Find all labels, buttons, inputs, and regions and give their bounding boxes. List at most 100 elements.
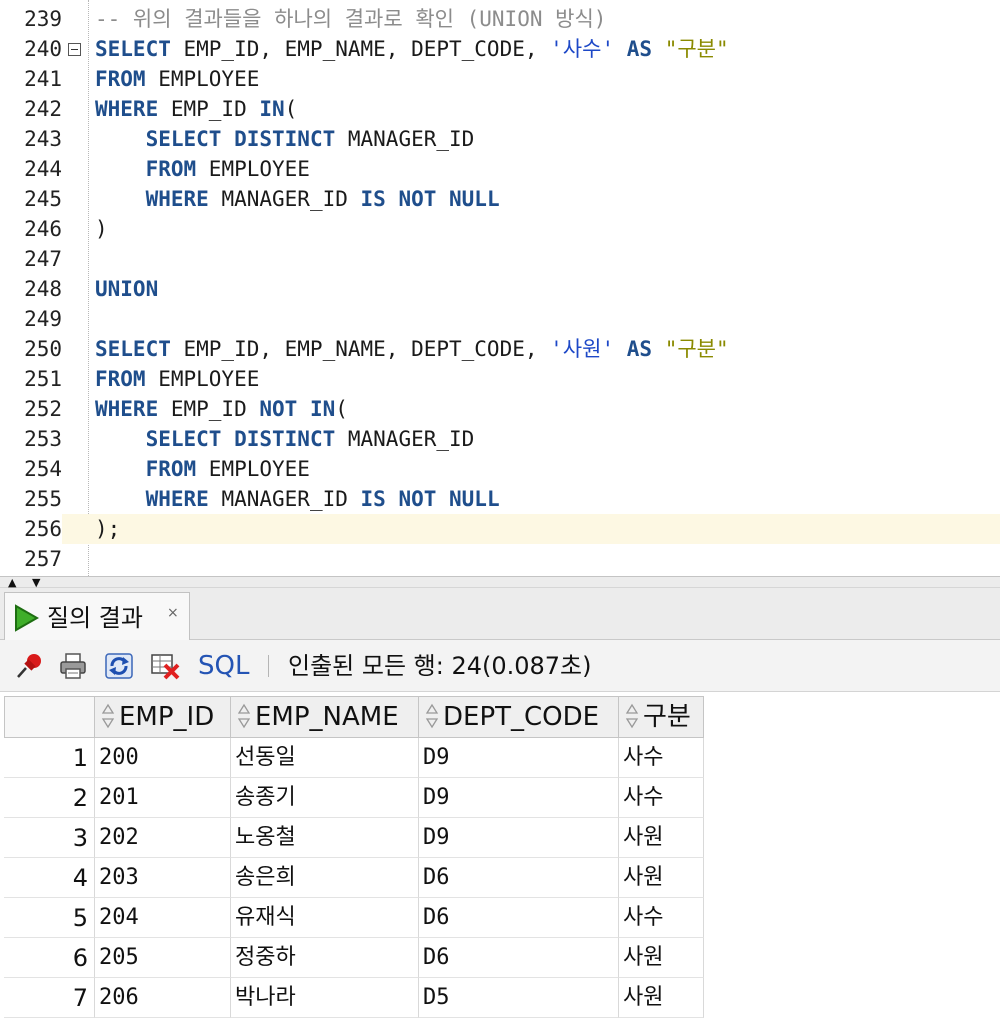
table-row[interactable]: 5 204 유재식 D6 사수	[4, 898, 704, 938]
sort-icon[interactable]	[237, 702, 251, 730]
clear-grid-icon[interactable]	[150, 652, 180, 680]
code-line[interactable]: 255 WHERE MANAGER_ID IS NOT NULL	[0, 484, 1000, 514]
sort-icon[interactable]	[625, 702, 639, 730]
cell-kind[interactable]: 사수	[619, 778, 704, 818]
code-line[interactable]: 254 FROM EMPLOYEE	[0, 454, 1000, 484]
sort-icon[interactable]	[425, 702, 439, 730]
print-icon[interactable]	[58, 652, 88, 680]
cell-emp-name[interactable]: 노옹철	[231, 818, 419, 858]
code-line[interactable]: 251 FROM EMPLOYEE	[0, 364, 1000, 394]
code-line[interactable]: 241 FROM EMPLOYEE	[0, 64, 1000, 94]
line-number: 253	[0, 424, 62, 454]
column-header-emp-name[interactable]: EMP_NAME	[231, 696, 419, 738]
code-token: '사수'	[550, 37, 615, 61]
column-header-emp-id[interactable]: EMP_ID	[95, 696, 231, 738]
cell-emp-name[interactable]: 박나라	[231, 978, 419, 1018]
cell-emp-name[interactable]: 선동일	[231, 738, 419, 778]
cell-emp-id[interactable]: 203	[95, 858, 231, 898]
row-number[interactable]: 5	[4, 898, 95, 938]
table-row[interactable]: 6 205 정중하 D6 사원	[4, 938, 704, 978]
pin-icon[interactable]	[14, 652, 44, 680]
tab-query-result[interactable]: 질의 결과 ×	[4, 592, 190, 640]
code-line[interactable]: 239 -- 위의 결과들을 하나의 결과로 확인 (UNION 방식)	[0, 4, 1000, 34]
code-line[interactable]: 247	[0, 244, 1000, 274]
row-number[interactable]: 4	[4, 858, 95, 898]
code-text: SELECT EMP_ID, EMP_NAME, DEPT_CODE, '사수'…	[95, 34, 729, 64]
cell-emp-id[interactable]: 202	[95, 818, 231, 858]
code-token: EMP_ID, EMP_NAME, DEPT_CODE,	[170, 337, 551, 361]
close-icon[interactable]: ×	[167, 603, 179, 623]
table-row[interactable]: 1 200 선동일 D9 사수	[4, 738, 704, 778]
code-line[interactable]: 253 SELECT DISTINCT MANAGER_ID	[0, 424, 1000, 454]
cell-kind[interactable]: 사원	[619, 858, 704, 898]
cell-dept-code[interactable]: D6	[419, 898, 619, 938]
code-line[interactable]: 240 SELECT EMP_ID, EMP_NAME, DEPT_CODE, '…	[0, 34, 1000, 64]
tab-label: 질의 결과	[47, 604, 143, 632]
cell-dept-code[interactable]: D6	[419, 858, 619, 898]
cell-kind[interactable]: 사원	[619, 938, 704, 978]
cell-emp-name[interactable]: 유재식	[231, 898, 419, 938]
code-line[interactable]: 252 WHERE EMP_ID NOT IN(	[0, 394, 1000, 424]
cell-emp-id[interactable]: 206	[95, 978, 231, 1018]
cell-dept-code[interactable]: D5	[419, 978, 619, 1018]
code-token: WHERE	[145, 187, 209, 211]
code-line[interactable]: 245 WHERE MANAGER_ID IS NOT NULL	[0, 184, 1000, 214]
line-number: 242	[0, 94, 62, 124]
code-line[interactable]: 244 FROM EMPLOYEE	[0, 154, 1000, 184]
row-number[interactable]: 1	[4, 738, 95, 778]
table-row[interactable]: 4 203 송은희 D6 사원	[4, 858, 704, 898]
code-line[interactable]: 248 UNION	[0, 274, 1000, 304]
cell-emp-name[interactable]: 정중하	[231, 938, 419, 978]
code-line[interactable]: 257	[0, 544, 1000, 574]
cell-dept-code[interactable]: D6	[419, 938, 619, 978]
collapse-down-icon[interactable]: ▼	[32, 577, 40, 588]
sort-icon[interactable]	[101, 702, 115, 730]
code-token: AS	[626, 337, 653, 361]
results-grid[interactable]: EMP_ID EMP_NAME DEPT_CODE 구분 1 200 선동일 D9 사수…	[0, 692, 1000, 1020]
refresh-icon[interactable]	[104, 652, 134, 680]
cell-emp-name[interactable]: 송은희	[231, 858, 419, 898]
cell-emp-name[interactable]: 송종기	[231, 778, 419, 818]
line-number: 244	[0, 154, 62, 184]
table-row[interactable]: 3 202 노옹철 D9 사원	[4, 818, 704, 858]
collapse-up-icon[interactable]: ▲	[8, 577, 16, 588]
cell-dept-code[interactable]: D9	[419, 818, 619, 858]
line-number: 245	[0, 184, 62, 214]
cell-emp-id[interactable]: 204	[95, 898, 231, 938]
table-row[interactable]: 7 206 박나라 D5 사원	[4, 978, 704, 1018]
code-line[interactable]: 242 WHERE EMP_ID IN(	[0, 94, 1000, 124]
cell-kind[interactable]: 사원	[619, 978, 704, 1018]
row-number[interactable]: 6	[4, 938, 95, 978]
sql-link[interactable]: SQL	[198, 651, 249, 681]
cell-kind[interactable]: 사수	[619, 738, 704, 778]
cell-kind[interactable]: 사수	[619, 898, 704, 938]
cell-emp-id[interactable]: 205	[95, 938, 231, 978]
row-number[interactable]: 2	[4, 778, 95, 818]
sql-editor[interactable]: 239 -- 위의 결과들을 하나의 결과로 확인 (UNION 방식) 240 SE…	[0, 0, 1000, 576]
code-line[interactable]: 246)	[0, 214, 1000, 244]
column-header-kind[interactable]: 구분	[619, 696, 704, 738]
table-row[interactable]: 2 201 송종기 D9 사수	[4, 778, 704, 818]
cell-dept-code[interactable]: D9	[419, 738, 619, 778]
code-line[interactable]: 249	[0, 304, 1000, 334]
code-line[interactable]: 243 SELECT DISTINCT MANAGER_ID	[0, 124, 1000, 154]
line-number: 255	[0, 484, 62, 514]
cell-emp-id[interactable]: 200	[95, 738, 231, 778]
row-number[interactable]: 7	[4, 978, 95, 1018]
column-label: 구분	[643, 702, 691, 732]
cell-emp-id[interactable]: 201	[95, 778, 231, 818]
column-header-dept-code[interactable]: DEPT_CODE	[419, 696, 619, 738]
cell-dept-code[interactable]: D9	[419, 778, 619, 818]
code-line[interactable]: 250 SELECT EMP_ID, EMP_NAME, DEPT_CODE, '…	[0, 334, 1000, 364]
cell-kind[interactable]: 사원	[619, 818, 704, 858]
collapse-fold-icon[interactable]	[68, 43, 81, 56]
row-number[interactable]: 3	[4, 818, 95, 858]
code-line[interactable]: 256);	[0, 514, 1000, 544]
code-token: );	[95, 517, 121, 541]
code-token: FROM	[95, 367, 146, 391]
pane-splitter[interactable]: ▲ ▼	[0, 576, 1000, 588]
